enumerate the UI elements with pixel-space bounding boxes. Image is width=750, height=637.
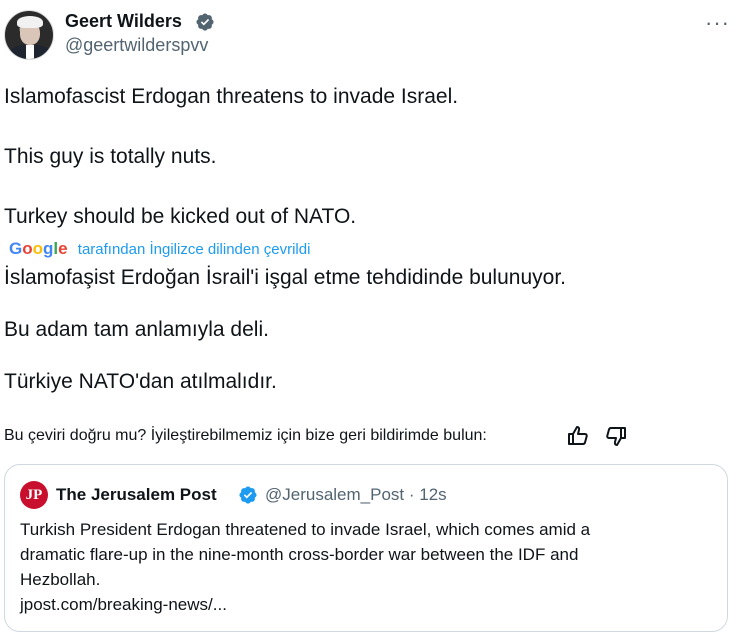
translation-attribution[interactable]: Google tarafından İngilizce dilinden çev… xyxy=(9,239,310,259)
verified-badge-icon xyxy=(239,486,257,504)
google-logo: Google xyxy=(9,239,68,258)
thumb-down-icon[interactable] xyxy=(604,424,628,448)
quoted-link[interactable]: jpost.com/breaking-news/... xyxy=(20,592,710,617)
translated-line-3: Türkiye NATO'dan atılmalıdır. xyxy=(4,370,277,393)
tweet-text-line-1: Islamofascist Erdogan threatens to invad… xyxy=(4,85,459,108)
translation-attribution-text[interactable]: tarafından İngilizce dilinden çevrildi xyxy=(78,241,311,258)
translation-feedback-prompt: Bu çeviri doğru mu? İyileştirebilmemiz i… xyxy=(4,427,487,444)
author-handle[interactable]: @geertwilderspvv xyxy=(65,35,208,56)
quoted-author-name[interactable]: The Jerusalem Post xyxy=(56,485,217,505)
avatar-shirt xyxy=(26,45,34,59)
translated-line-2: Bu adam tam anlamıyla deli. xyxy=(4,318,269,341)
tweet-text-line-2: This guy is totally nuts. xyxy=(4,145,217,168)
quoted-text-line: Turkish President Erdogan threatened to … xyxy=(20,520,591,539)
author-avatar[interactable] xyxy=(4,10,54,60)
quoted-text-line: Hezbollah. xyxy=(20,570,101,589)
avatar-hair xyxy=(17,16,43,28)
tweet-header: Geert Wilders @geertwilderspvv ··· xyxy=(0,0,750,70)
quoted-text-line: dramatic flare-up in the nine-month cros… xyxy=(20,545,579,564)
quoted-handle-time: @Jerusalem_Post · 12s xyxy=(265,485,447,504)
verified-badge-icon xyxy=(196,13,214,31)
quoted-tweet-text: Turkish President Erdogan threatened to … xyxy=(20,517,710,617)
jerusalem-post-logo: JP xyxy=(20,481,48,509)
author-name[interactable]: Geert Wilders xyxy=(65,11,182,32)
translated-line-1: İslamofaşist Erdoğan İsrail'i işgal etme… xyxy=(4,266,566,289)
tweet-text-line-3: Turkey should be kicked out of NATO. xyxy=(4,205,357,228)
more-options-icon[interactable]: ··· xyxy=(705,10,730,36)
thumb-up-icon[interactable] xyxy=(566,424,590,448)
